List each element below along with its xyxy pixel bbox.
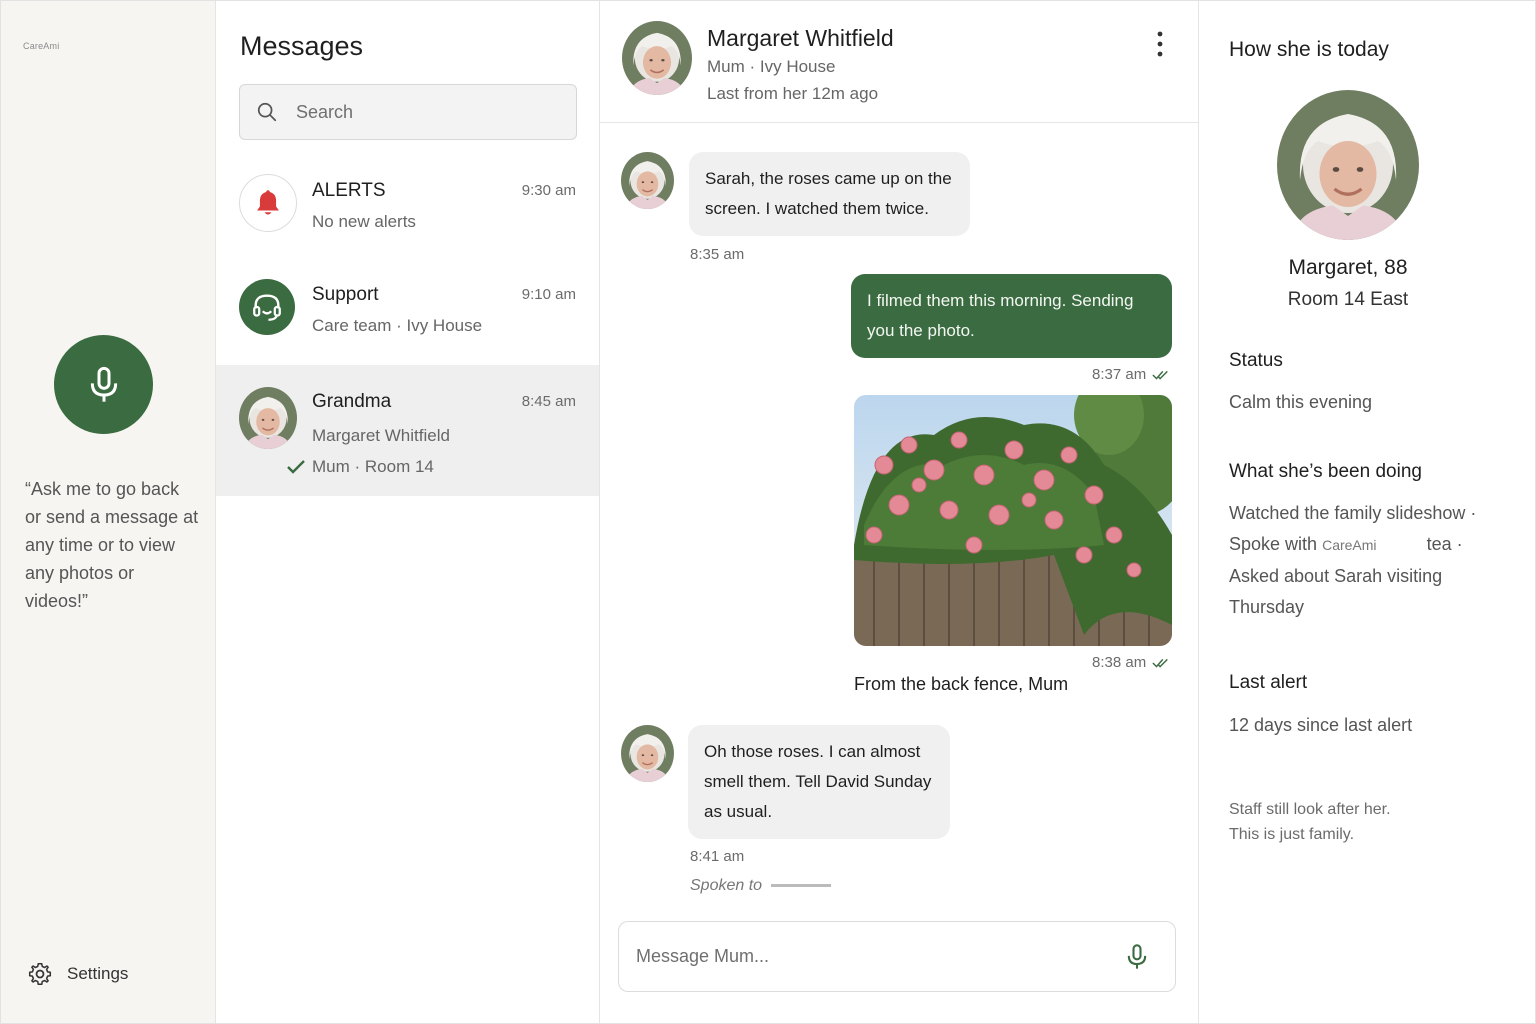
contact-avatar[interactable] bbox=[622, 21, 692, 95]
conversation-preview: Care team · Ivy House bbox=[312, 316, 483, 335]
profile-room: Room 14 East bbox=[1287, 289, 1409, 310]
message-status: 8:38 am bbox=[1092, 654, 1170, 671]
profile-name: Margaret, 88 bbox=[1288, 256, 1408, 279]
status-text: Calm this evening bbox=[1229, 392, 1373, 412]
conversation-preview: No new alerts bbox=[312, 212, 416, 231]
conversation-list: Messages ALERTS 9:30 am No new alerts bbox=[216, 1, 600, 1023]
contact-subtitle: Mum · Ivy House bbox=[707, 57, 836, 76]
message-time: 8:38 am bbox=[1092, 654, 1147, 671]
activity-text: Spoke with bbox=[1229, 534, 1318, 554]
chat-header: Margaret Whitfield Mum · Ivy House Last … bbox=[600, 1, 1198, 123]
message-bubble-incoming[interactable]: Oh those roses. I can almost smell them.… bbox=[688, 725, 950, 839]
voice-assistant-button[interactable] bbox=[54, 335, 153, 434]
note-line: Staff still look after her. bbox=[1229, 801, 1391, 818]
search-input[interactable] bbox=[296, 101, 546, 123]
search-icon bbox=[257, 102, 277, 122]
left-rail: CareAmi “Ask me to go back or send a mes… bbox=[1, 1, 216, 1023]
conversation-time: 9:30 am bbox=[521, 182, 576, 199]
double-check-icon bbox=[1152, 658, 1169, 667]
settings-button[interactable]: Settings bbox=[27, 961, 128, 987]
headset-icon bbox=[253, 294, 281, 321]
profile-panel: How she is today Margaret, 88 Room 14 Ea… bbox=[1199, 1, 1535, 1023]
activity-item: Spoke with CareAmi tea · bbox=[1229, 529, 1509, 561]
brand-inline: CareAmi bbox=[1322, 537, 1377, 553]
conversation-name: Support bbox=[312, 284, 379, 305]
voice-message-button[interactable] bbox=[1123, 940, 1151, 977]
conversation-support[interactable]: Support 9:10 am Care team · Ivy House bbox=[216, 265, 599, 355]
activity-item: Thursday bbox=[1229, 597, 1305, 617]
message-composer bbox=[618, 921, 1176, 992]
conversation-grandma[interactable]: Grandma 8:45 am Margaret Whitfield Mum ·… bbox=[216, 365, 599, 496]
chat-panel: Margaret Whitfield Mum · Ivy House Last … bbox=[600, 1, 1199, 1023]
family-note: Staff still look after her. This is just… bbox=[1229, 797, 1391, 847]
alert-avatar bbox=[239, 174, 297, 232]
search-box bbox=[239, 84, 577, 140]
message-time: 8:35 am bbox=[690, 246, 745, 263]
profile-title: How she is today bbox=[1229, 38, 1389, 61]
support-avatar bbox=[239, 279, 295, 335]
message-status: 8:37 am bbox=[1092, 366, 1170, 383]
microphone-icon bbox=[1127, 944, 1147, 970]
message-bubble-outgoing[interactable]: I filmed them this morning. Sending you … bbox=[851, 274, 1172, 358]
message-time: 8:41 am bbox=[690, 848, 745, 865]
rose-photo[interactable] bbox=[854, 395, 1172, 646]
conversation-relation: Mum · Room 14 bbox=[287, 457, 434, 477]
status-heading: Status bbox=[1229, 350, 1283, 371]
conversation-time: 9:10 am bbox=[521, 286, 576, 303]
activity-list: Watched the family slideshow · Spoke wit… bbox=[1229, 498, 1509, 623]
spoken-note: Spoken to bbox=[690, 877, 831, 895]
message-input[interactable] bbox=[636, 946, 1096, 967]
message-bubble-incoming[interactable]: Sarah, the roses came up on the screen. … bbox=[689, 152, 970, 236]
double-check-icon bbox=[1152, 370, 1169, 379]
sender-avatar bbox=[621, 152, 674, 209]
rose-photo-image bbox=[854, 395, 1172, 646]
check-icon bbox=[287, 460, 305, 474]
activity-item: Watched the family slideshow · bbox=[1229, 503, 1477, 523]
messages-title: Messages bbox=[240, 31, 364, 61]
microphone-icon bbox=[90, 366, 117, 403]
activity-text: tea · bbox=[1426, 534, 1463, 554]
note-line: This is just family. bbox=[1229, 826, 1355, 843]
last-seen: Last from her 12m ago bbox=[707, 84, 879, 103]
conversation-time: 8:45 am bbox=[521, 393, 576, 410]
settings-label: Settings bbox=[67, 964, 129, 983]
redacted-mark bbox=[770, 884, 831, 888]
conversation-name: Grandma bbox=[312, 391, 392, 412]
spoken-label: Spoken to bbox=[690, 877, 763, 894]
conversation-name: ALERTS bbox=[312, 180, 386, 201]
conversation-alerts[interactable]: ALERTS 9:30 am No new alerts bbox=[216, 161, 599, 251]
photo-caption: From the back fence, Mum bbox=[854, 674, 1069, 694]
app-window: CareAmi “Ask me to go back or send a mes… bbox=[0, 0, 1536, 1024]
kebab-icon bbox=[1157, 31, 1163, 57]
grandma-avatar bbox=[239, 387, 297, 449]
conversation-fullname: Margaret Whitfield bbox=[312, 426, 450, 445]
last-alert-heading: Last alert bbox=[1229, 672, 1308, 693]
contact-name: Margaret Whitfield bbox=[707, 25, 894, 51]
activity-heading: What she’s been doing bbox=[1229, 461, 1422, 482]
bell-icon bbox=[257, 190, 279, 215]
last-alert-text: 12 days since last alert bbox=[1229, 715, 1413, 735]
gear-icon bbox=[28, 962, 52, 986]
voice-hint-text: “Ask me to go back or send a message at … bbox=[25, 479, 199, 611]
sender-avatar bbox=[621, 725, 674, 782]
more-options-button[interactable] bbox=[1148, 29, 1172, 59]
activity-item: Asked about Sarah visiting bbox=[1229, 566, 1443, 586]
message-time: 8:37 am bbox=[1092, 366, 1147, 383]
profile-avatar bbox=[1277, 90, 1419, 240]
brand-logo: CareAmi bbox=[23, 41, 60, 51]
relation-text: Mum · Room 14 bbox=[312, 457, 434, 476]
